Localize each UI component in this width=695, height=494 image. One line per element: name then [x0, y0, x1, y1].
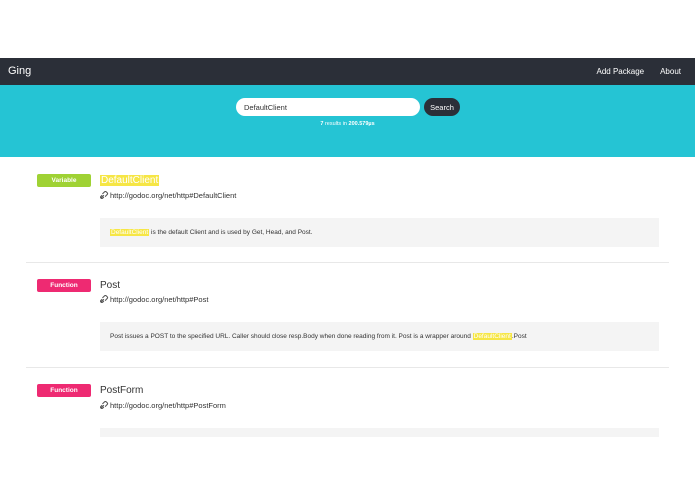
desc-highlight: DefaultClient [110, 229, 150, 236]
desc-text-pre: Post issues a POST to the specified URL.… [110, 333, 473, 340]
brand-logo[interactable]: Ging [8, 58, 31, 85]
navbar: Ging Add Package About [0, 58, 695, 85]
kind-badge: Variable [37, 174, 91, 187]
results-time: 200.579µs [348, 121, 375, 127]
search-hero: Search 7 results in 200.579µs [0, 85, 695, 157]
result-description: DefaultClient is the default Client and … [100, 218, 659, 247]
nav-links: Add Package About [597, 58, 682, 85]
divider [26, 367, 669, 368]
result-name[interactable]: PostForm [100, 385, 143, 396]
link-icon [100, 295, 109, 303]
result-url-text: http://godoc.org/net/http#DefaultClient [110, 191, 237, 200]
desc-highlight: DefaultClient [472, 333, 512, 340]
link-icon [100, 191, 109, 199]
link-icon [100, 401, 109, 409]
nav-about[interactable]: About [660, 58, 681, 85]
kind-badge: Function [37, 384, 91, 397]
search-button[interactable]: Search [424, 98, 460, 116]
result-url-text: http://godoc.org/net/http#PostForm [110, 401, 226, 410]
result-url[interactable]: http://godoc.org/net/http#DefaultClient [100, 191, 236, 200]
result-name-highlight: DefaultClient [100, 175, 160, 186]
search-input[interactable] [236, 98, 420, 116]
kind-badge: Function [37, 279, 91, 292]
result-name[interactable]: Post [100, 280, 120, 291]
desc-text-post: is the default Client and is used by Get… [149, 229, 313, 236]
result-name[interactable]: DefaultClient [100, 175, 160, 186]
result-description: Post issues a POST to the specified URL.… [100, 322, 659, 351]
result-url[interactable]: http://godoc.org/net/http#PostForm [100, 401, 226, 410]
results-summary-text: results in [323, 121, 349, 127]
divider [26, 262, 669, 263]
result-url-text: http://godoc.org/net/http#Post [110, 295, 209, 304]
nav-add-package[interactable]: Add Package [597, 58, 645, 85]
results-summary: 7 results in 200.579µs [0, 121, 695, 127]
result-url[interactable]: http://godoc.org/net/http#Post [100, 295, 208, 304]
result-description [100, 428, 659, 437]
desc-text-post: .Post [511, 333, 527, 340]
page: Ging Add Package About Search 7 results … [0, 0, 695, 494]
